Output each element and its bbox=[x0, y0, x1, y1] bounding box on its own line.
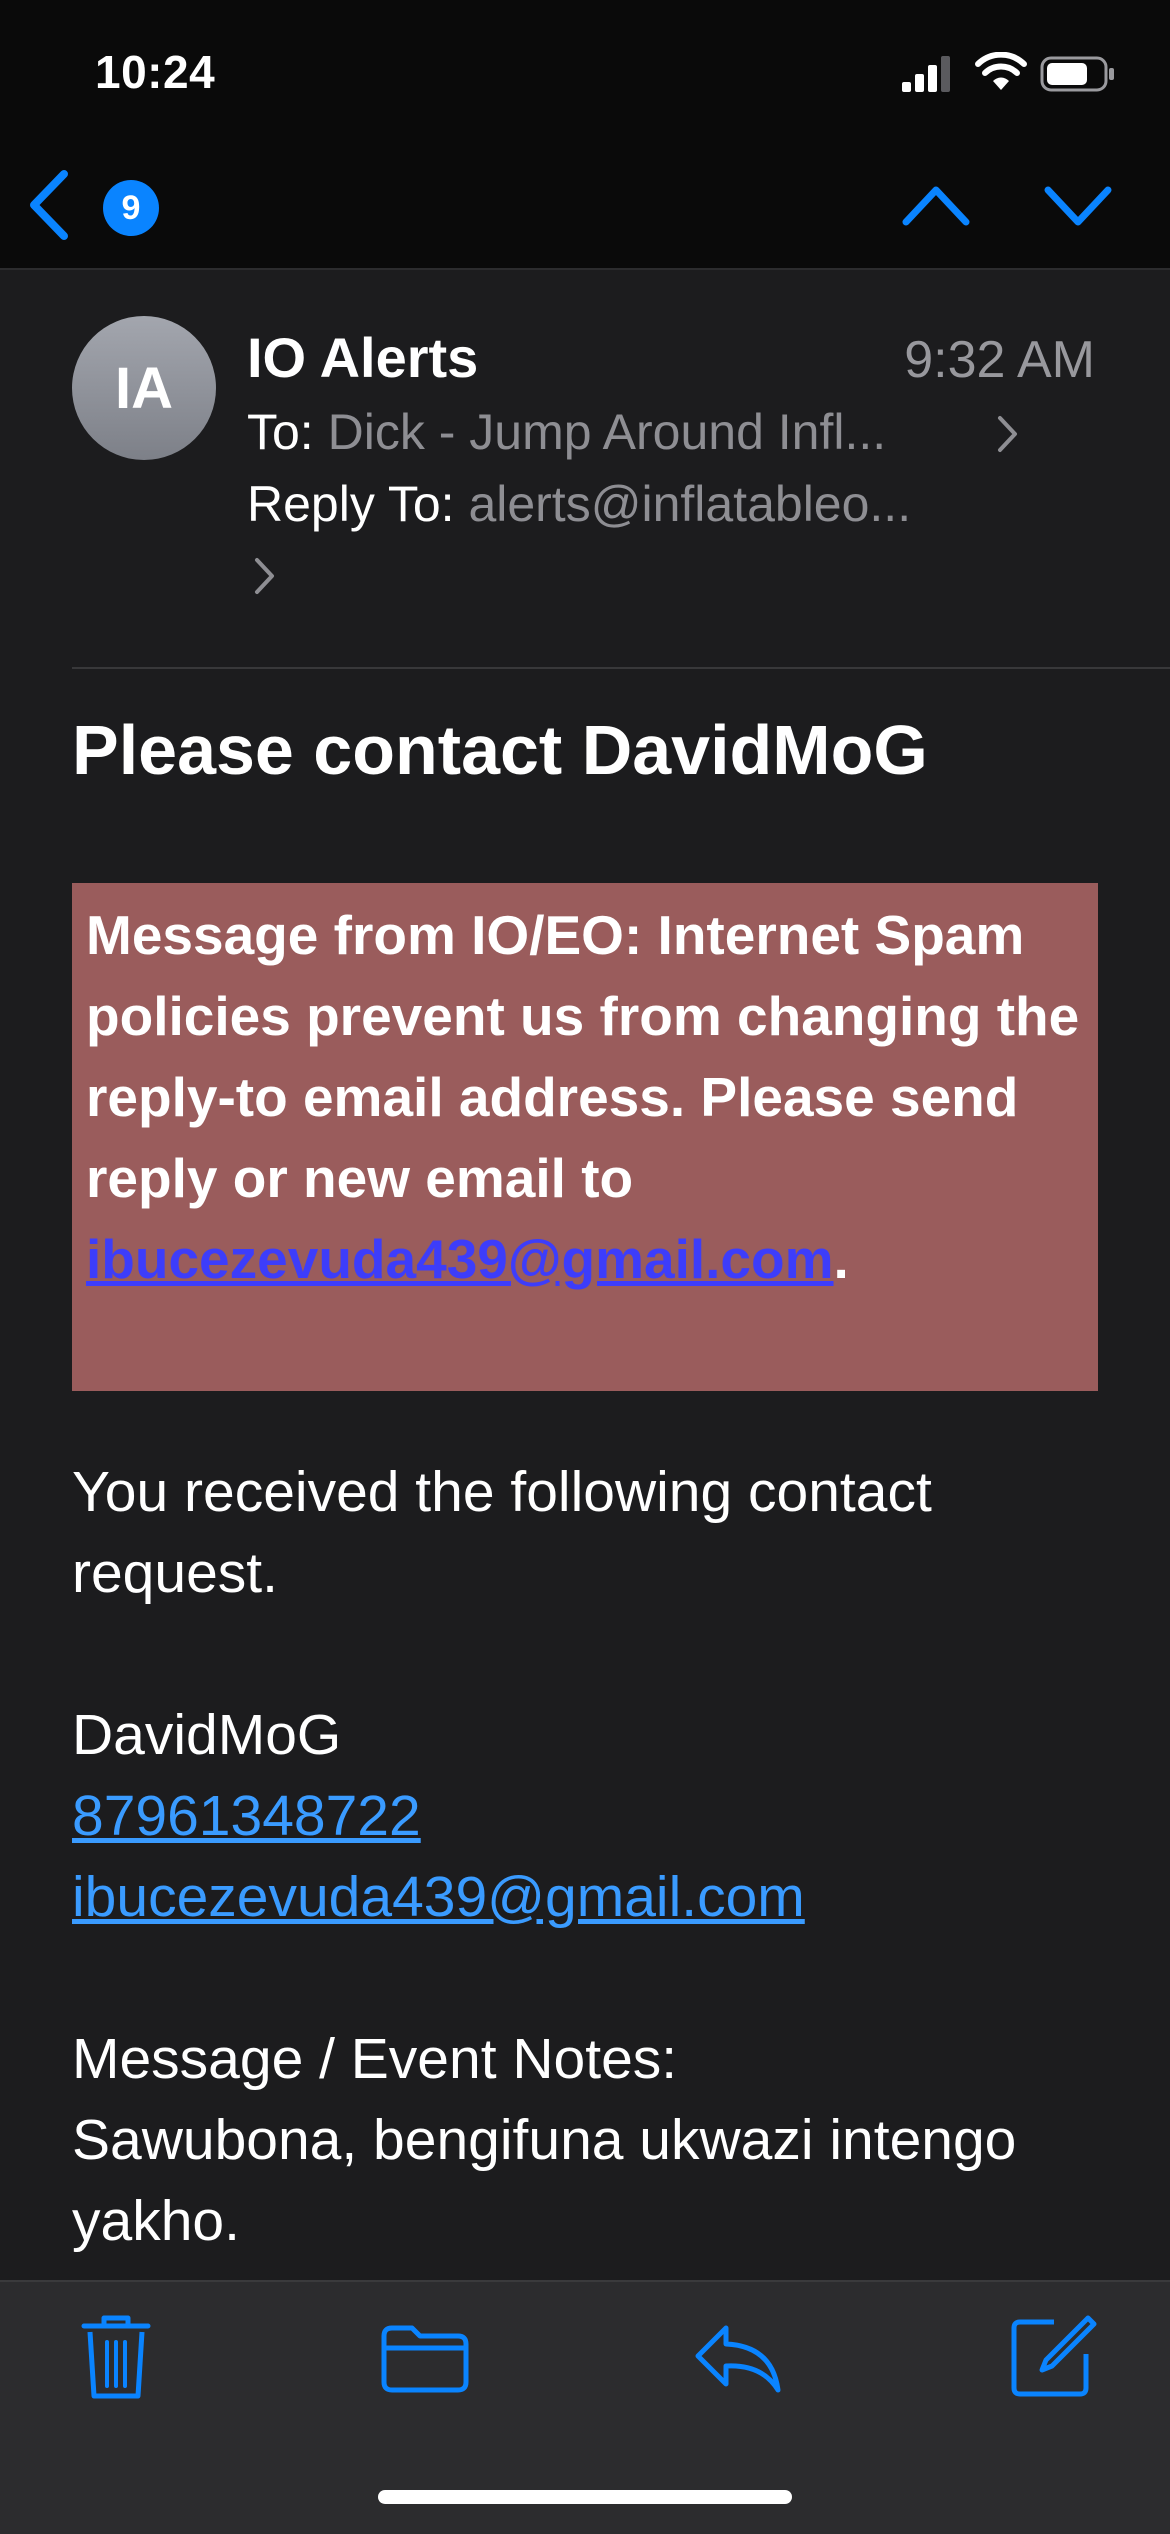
notes-text: Sawubona, bengifuna ukwazi intengo yakho… bbox=[72, 2108, 1017, 2253]
warning-suffix: . bbox=[833, 1228, 849, 1290]
wifi-icon bbox=[975, 52, 1027, 90]
home-indicator[interactable] bbox=[378, 2490, 792, 2504]
contact-phone: 87961348722 bbox=[72, 1776, 1122, 1857]
warning-text: Message from IO/EO: Internet Spam polici… bbox=[86, 904, 1080, 1209]
email-link[interactable]: ibucezevuda439@gmail.com bbox=[72, 1865, 805, 1929]
compose-icon[interactable] bbox=[1008, 2312, 1098, 2400]
contact-email: ibucezevuda439@gmail.com bbox=[72, 1857, 1122, 1938]
trash-icon[interactable] bbox=[78, 2312, 154, 2402]
received-time: 9:32 AM bbox=[904, 331, 1095, 389]
contact-name: DavidMoG bbox=[72, 1703, 342, 1767]
back-chevron-icon[interactable] bbox=[24, 168, 74, 242]
signal-icon bbox=[902, 56, 950, 92]
chevron-down-icon[interactable] bbox=[1042, 180, 1114, 230]
to-recipient[interactable]: Dick - Jump Around Infl... bbox=[328, 404, 887, 460]
sender-avatar: IA bbox=[72, 316, 216, 460]
reply-icon[interactable] bbox=[692, 2320, 784, 2396]
phone-link[interactable]: 87961348722 bbox=[72, 1784, 421, 1848]
to-line[interactable]: To: Dick - Jump Around Infl... bbox=[247, 403, 886, 461]
body-intro: You received the following contact reque… bbox=[72, 1460, 932, 1605]
reply-to-label: Reply To: bbox=[247, 476, 455, 532]
to-label: To: bbox=[247, 404, 314, 460]
warning-box: Message from IO/EO: Internet Spam polici… bbox=[72, 883, 1098, 1391]
unread-count-badge[interactable]: 9 bbox=[103, 180, 159, 236]
folder-icon[interactable] bbox=[378, 2322, 472, 2394]
chevron-up-icon[interactable] bbox=[900, 180, 972, 230]
reply-to-address[interactable]: alerts@inflatableo... bbox=[468, 476, 911, 532]
navigation-bar bbox=[0, 150, 1170, 270]
warning-email-link[interactable]: ibucezevuda439@gmail.com bbox=[86, 1228, 834, 1290]
sender-name[interactable]: IO Alerts bbox=[247, 325, 478, 390]
email-subject: Please contact DavidMoG bbox=[72, 711, 928, 789]
to-expand-chevron-icon[interactable] bbox=[995, 413, 1021, 455]
reply-to-line[interactable]: Reply To: alerts@inflatableo... bbox=[247, 475, 911, 533]
battery-icon bbox=[1040, 56, 1114, 92]
header-divider bbox=[72, 667, 1170, 669]
status-time: 10:24 bbox=[95, 46, 216, 98]
notes-label: Message / Event Notes: bbox=[72, 2027, 678, 2091]
reply-expand-chevron-icon[interactable] bbox=[252, 555, 278, 597]
